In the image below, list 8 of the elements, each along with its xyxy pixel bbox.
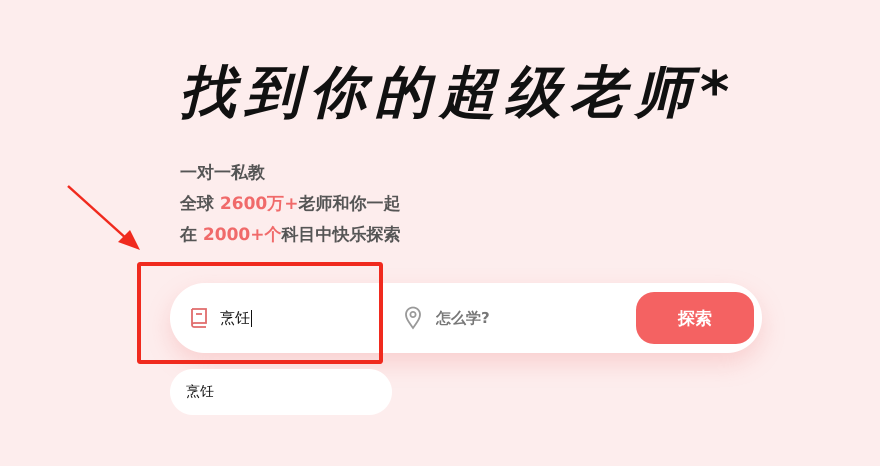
intro-line: 一对一私教 <box>180 162 266 185</box>
subject-field[interactable]: 烹饪 <box>220 308 252 328</box>
suggestion-item[interactable]: 烹饪 <box>170 369 392 415</box>
intro-line: 全球 2600万+老师和你一起 <box>180 193 402 216</box>
intro-line: 在 2000+个科目中快乐探索 <box>180 224 402 247</box>
headline: 找到你的超级老师* <box>180 59 740 127</box>
book-icon <box>190 307 208 329</box>
location-pin-icon <box>404 306 422 330</box>
